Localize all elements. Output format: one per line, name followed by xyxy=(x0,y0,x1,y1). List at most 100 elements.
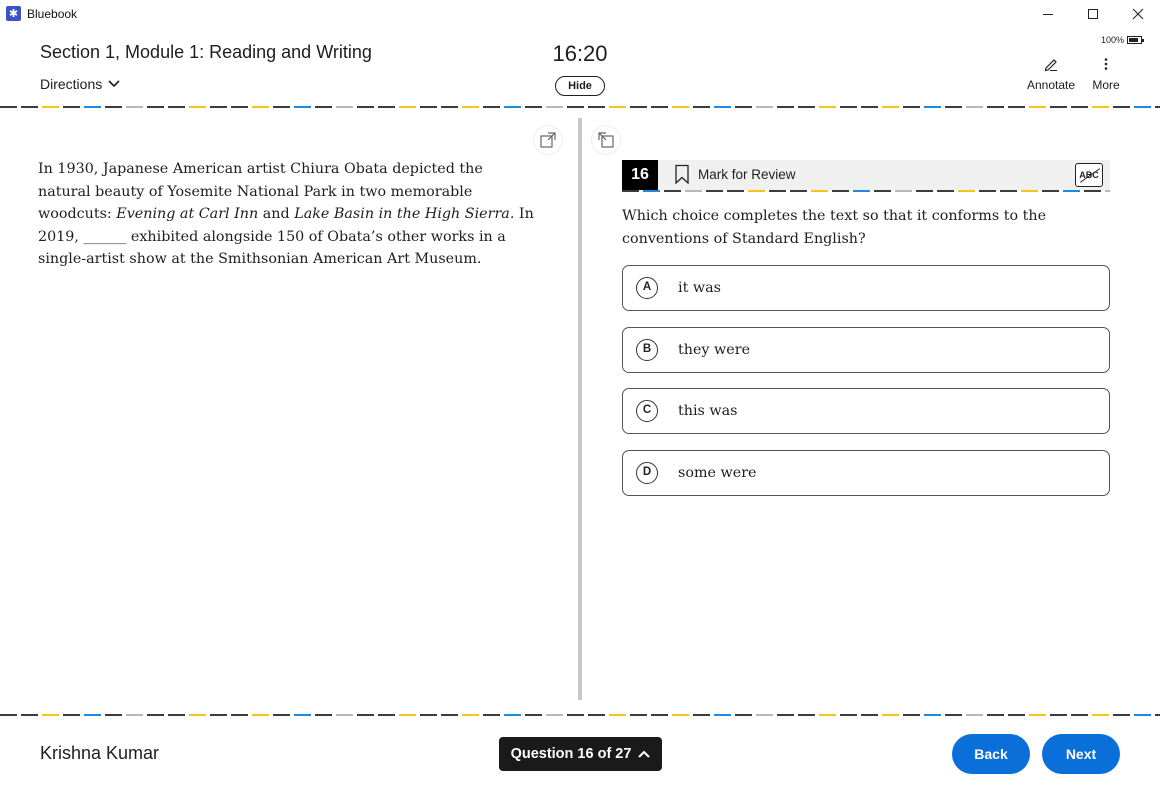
choice-text: they were xyxy=(678,342,751,358)
dash-segment xyxy=(21,106,38,108)
choice-c[interactable]: C this was xyxy=(622,388,1110,434)
dash-segment xyxy=(1113,106,1130,108)
directions-label: Directions xyxy=(40,76,103,92)
answer-eliminator-button[interactable]: ABC xyxy=(1075,163,1103,187)
dash-segment xyxy=(1084,190,1101,192)
dash-segment xyxy=(462,714,479,716)
dash-segment xyxy=(693,106,710,108)
dash-segment xyxy=(987,714,1004,716)
choice-b[interactable]: B they were xyxy=(622,327,1110,373)
dash-segment xyxy=(1063,190,1080,192)
dash-segment xyxy=(189,106,206,108)
dash-segment xyxy=(1113,714,1130,716)
dash-segment xyxy=(231,106,248,108)
dash-segment xyxy=(588,106,605,108)
passage-text: In 1930, Japanese American artist Chiura… xyxy=(38,158,538,271)
dash-segment xyxy=(643,190,660,192)
dash-segment xyxy=(105,106,122,108)
dash-segment xyxy=(1092,106,1109,108)
annotate-label: Annotate xyxy=(1026,78,1076,92)
dash-segment xyxy=(168,714,185,716)
dash-segment xyxy=(735,714,752,716)
dash-segment xyxy=(937,190,954,192)
chevron-up-icon xyxy=(638,750,651,758)
dash-segment xyxy=(811,190,828,192)
artwork-title: Lake Basin in the High Sierra. xyxy=(294,206,515,222)
mark-for-review-toggle[interactable]: Mark for Review xyxy=(674,164,796,184)
dash-segment xyxy=(714,714,731,716)
dash-segment xyxy=(1021,190,1038,192)
dash-segment xyxy=(105,714,122,716)
directions-toggle[interactable]: Directions xyxy=(40,76,120,92)
dash-segment xyxy=(504,106,521,108)
dash-segment xyxy=(672,106,689,108)
dash-segment xyxy=(588,714,605,716)
dash-segment xyxy=(525,106,542,108)
dash-segment xyxy=(336,714,353,716)
dash-segment xyxy=(420,714,437,716)
maximize-button[interactable] xyxy=(1070,0,1116,28)
dash-segment xyxy=(504,714,521,716)
dash-segment xyxy=(945,106,962,108)
minimize-button[interactable] xyxy=(1025,0,1071,28)
dash-segment xyxy=(147,106,164,108)
countdown-timer: 16:20 xyxy=(552,41,608,66)
question-navigator-button[interactable]: Question 16 of 27 xyxy=(499,737,662,771)
dash-segment xyxy=(42,106,59,108)
dash-segment xyxy=(924,714,941,716)
dash-segment xyxy=(945,714,962,716)
dash-segment xyxy=(609,106,626,108)
annotate-button[interactable]: Annotate xyxy=(1022,54,1080,92)
dash-segment xyxy=(210,106,227,108)
dash-segment xyxy=(1050,106,1067,108)
question-header-bar: 16 Mark for Review ABC xyxy=(622,160,1110,190)
dash-segment xyxy=(1071,714,1088,716)
hide-timer-button[interactable]: Hide xyxy=(555,76,605,96)
dash-segment xyxy=(798,714,815,716)
dash-segment xyxy=(315,714,332,716)
dash-segment xyxy=(790,190,807,192)
question-prompt: Which choice completes the text so that … xyxy=(622,208,1047,247)
choice-letter-badge: B xyxy=(636,339,658,361)
dash-segment xyxy=(840,714,857,716)
next-button[interactable]: Next xyxy=(1042,734,1120,774)
choice-d[interactable]: D some were xyxy=(622,450,1110,496)
dash-segment xyxy=(966,106,983,108)
question-number: 16 xyxy=(622,160,658,190)
pane-divider[interactable] xyxy=(578,118,582,700)
dash-segment xyxy=(756,106,773,108)
dash-segment xyxy=(84,714,101,716)
dash-segment xyxy=(1155,106,1160,108)
dash-segment xyxy=(483,714,500,716)
abc-strike-icon: ABC xyxy=(1079,170,1099,180)
dash-segment xyxy=(357,714,374,716)
dash-segment xyxy=(664,190,681,192)
dash-segment xyxy=(63,714,80,716)
choice-a[interactable]: A it was xyxy=(622,265,1110,311)
choice-letter-badge: A xyxy=(636,277,658,299)
mark-for-review-label: Mark for Review xyxy=(698,166,796,182)
expand-question-button[interactable] xyxy=(592,126,620,154)
dash-segment xyxy=(916,190,933,192)
dash-segment xyxy=(924,106,941,108)
close-window-button[interactable] xyxy=(1115,0,1160,28)
dash-segment xyxy=(1008,714,1025,716)
dash-segment xyxy=(651,714,668,716)
back-button[interactable]: Back xyxy=(952,734,1030,774)
dash-segment xyxy=(727,190,744,192)
dash-segment xyxy=(777,714,794,716)
dash-segment xyxy=(1008,106,1025,108)
more-button[interactable]: More xyxy=(1086,54,1126,92)
more-vertical-icon xyxy=(1104,58,1108,70)
pen-icon xyxy=(1044,59,1057,72)
choice-letter-badge: C xyxy=(636,400,658,422)
expand-passage-button[interactable] xyxy=(534,126,562,154)
dash-segment xyxy=(231,714,248,716)
dash-segment xyxy=(0,106,17,108)
student-name: Krishna Kumar xyxy=(40,743,160,763)
choice-text: this was xyxy=(678,403,738,419)
footer-divider xyxy=(0,714,1160,716)
dash-segment xyxy=(294,714,311,716)
dash-segment xyxy=(21,714,38,716)
dash-segment xyxy=(609,714,626,716)
